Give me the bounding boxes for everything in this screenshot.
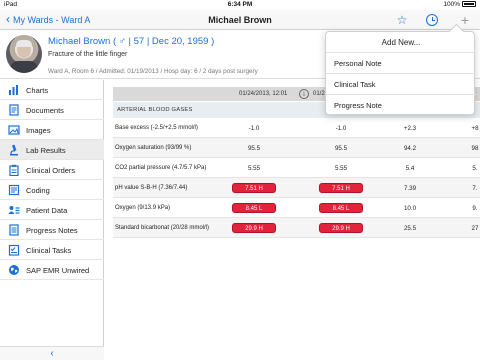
patient-name[interactable]: Michael Brown ( ♂ | 57 | Dec 20, 1959 ) [48,36,214,47]
row-value: +2.3 [403,124,417,132]
info-icon[interactable]: i [299,89,309,99]
row-label: Base excess (-2.5/+2.5 mmol/l) [115,124,198,131]
menu-item-clinical-task[interactable]: Clinical Task [326,73,476,93]
row-value: 27 [471,224,479,232]
back-button-label: My Wards - Ward A [13,15,91,25]
row-label: Oxygen saturation (93/99 %) [115,144,192,151]
chevron-left-icon: ‹ [6,12,10,26]
coding-icon [8,184,20,196]
lab-results-table: 01/24/2013, 12:01 i 01/23 ARTERIAL BLOOD… [105,80,480,360]
clock-icon[interactable] [426,14,438,26]
low-flag-badge: 8.45 L [232,202,276,213]
menu-item-label: Clinical Task [334,80,376,89]
row-value: 95.5 [334,144,348,152]
row-value: -1.0 [335,124,347,132]
image-icon [8,125,20,135]
sidebar-item-patient-data[interactable]: Patient Data [0,200,104,220]
status-bar: iPad 6:34 PM 100% [0,0,480,10]
column-header[interactable]: 01/24/2013, 12:01 [239,91,287,97]
bar-chart-icon [9,85,18,95]
patient-diagnosis: Fracture of the little finger [48,51,128,58]
section-title: ARTERIAL BLOOD GASES [117,107,193,113]
sidebar-item-lab-results[interactable]: Lab Results [0,140,104,160]
row-value: 5.55 [247,164,261,172]
add-new-popover: Add New... Personal Note Clinical Task P… [325,31,476,115]
row-value: 7.39 [403,184,417,192]
sidebar: Charts Documents Images Lab Results Clin… [0,80,104,360]
menu-item-progress-note[interactable]: Progress Note [326,94,476,114]
sidebar-item-label: Progress Notes [26,225,78,235]
id-card-icon [8,206,20,214]
high-flag-badge: 7.51 H [232,182,276,193]
menu-item-label: Personal Note [334,59,382,68]
row-value: +8 [471,124,479,132]
sidebar-item-label: Coding [26,185,50,195]
table-row[interactable]: Base excess (-2.5/+2.5 mmol/l) -1.0 -1.0… [113,118,480,138]
table-row[interactable]: CO2 partial pressure (4.7/5.7 kPa) 5.55 … [113,158,480,178]
star-icon[interactable]: ☆ [395,13,409,27]
sidebar-item-clinical-orders[interactable]: Clinical Orders [0,160,104,180]
sidebar-item-label: Clinical Orders [26,165,76,175]
high-flag-badge: 29.9 H [319,222,363,233]
high-flag-badge: 29.9 H [232,222,276,233]
battery-indicator: 100% [443,1,476,8]
high-flag-badge: 7.51 H [319,182,363,193]
table-row[interactable]: pH value S-B-H (7.36/7.44) 7.51 H 7.51 H… [113,178,480,198]
sidebar-item-label: SAP EMR Unwired [26,265,90,275]
row-value: 98 [471,144,479,152]
row-value: 94.2 [403,144,417,152]
row-value: 25.5 [403,224,417,232]
row-value: 10.0 [403,204,417,212]
sidebar-item-images[interactable]: Images [0,120,104,140]
document-icon [9,104,19,116]
row-label: CO2 partial pressure (4.7/5.7 kPa) [115,164,207,171]
table-row[interactable]: Oxygen saturation (93/99 %) 95.5 95.5 94… [113,138,480,158]
row-label: pH value S-B-H (7.36/7.44) [115,184,188,191]
menu-item-personal-note[interactable]: Personal Note [326,52,476,72]
sidebar-item-label: Clinical Tasks [26,245,72,255]
sidebar-item-label: Lab Results [26,145,66,155]
row-value: 5.55 [334,164,348,172]
battery-icon [462,1,476,7]
notes-icon [9,224,19,236]
sidebar-item-label: Images [26,125,51,135]
checklist-icon [8,244,20,256]
low-flag-badge: 8.45 L [319,202,363,213]
avatar [6,35,42,73]
row-value: 5.4 [405,164,415,172]
menu-item-label: Progress Note [334,101,382,110]
sidebar-item-label: Charts [26,85,49,95]
table-row[interactable]: Standard bicarbonat (20/28 mmol/l) 29.9 … [113,218,480,238]
battery-percent: 100% [443,1,460,8]
globe-icon [9,265,19,275]
sidebar-collapse-button[interactable]: ‹ [0,346,104,360]
microscope-icon [10,144,18,156]
plus-icon[interactable]: + [458,13,472,27]
back-button[interactable]: ‹ My Wards - Ward A [6,12,91,26]
sidebar-item-label: Documents [26,105,64,115]
row-label: Standard bicarbonat (20/28 mmol/l) [115,224,210,231]
sidebar-item-documents[interactable]: Documents [0,100,104,120]
table-row[interactable]: Oxygen (9/13.9 kPa) 8.45 L 8.45 L 10.0 9… [113,198,480,218]
sidebar-item-progress-notes[interactable]: Progress Notes [0,220,104,240]
clock-time: 6:34 PM [227,1,253,8]
row-value: 95.5 [247,144,261,152]
navigation-bar: ‹ My Wards - Ward A Michael Brown ☆ + [0,10,480,30]
row-label: Oxygen (9/13.9 kPa) [115,204,171,211]
sidebar-item-coding[interactable]: Coding [0,180,104,200]
sidebar-item-label: Patient Data [26,205,68,215]
row-value: 5. [472,164,478,172]
row-value: 7. [472,184,478,192]
row-value: -1.0 [248,124,260,132]
sidebar-item-charts[interactable]: Charts [0,80,104,100]
sidebar-item-clinical-tasks[interactable]: Clinical Tasks [0,240,104,260]
sidebar-item-sap-emr-unwired[interactable]: SAP EMR Unwired [0,260,104,280]
patient-admission-info: Ward A, Room 6 / Admitted: 01/19/2013 / … [48,68,258,75]
clipboard-icon [9,164,19,176]
popover-title: Add New... [381,38,421,47]
row-value: 9. [472,204,478,212]
